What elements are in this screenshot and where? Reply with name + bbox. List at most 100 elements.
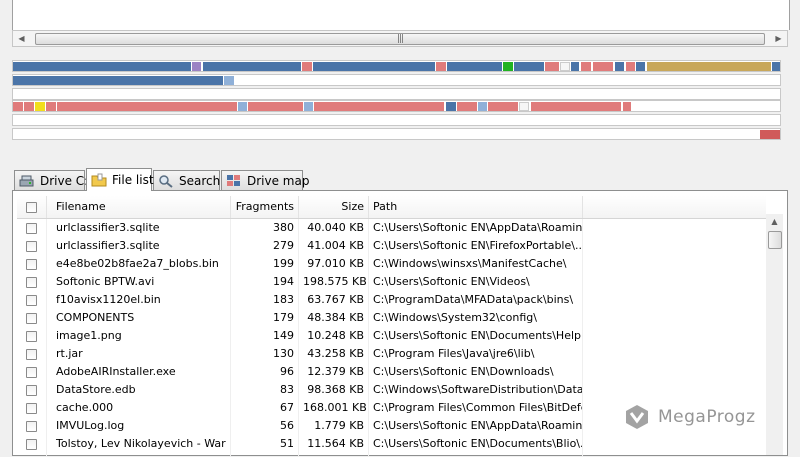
cell-size: 41.004 KB [299,237,369,255]
row-checkbox[interactable] [26,277,37,288]
cell-path: C:\Program Files\Common Files\BitDefe... [369,399,583,417]
table-row[interactable]: Tolstoy, Lev Nikolayevich - War ...5111.… [17,435,766,453]
map-block-fragmented [248,102,303,111]
table-row[interactable]: e4e8be02b8fae2a7_blobs.bin19997.010 KBC:… [17,255,766,273]
row-checkbox-cell[interactable] [17,417,47,435]
scroll-right-icon[interactable]: ▶ [770,31,787,46]
cell-fragments: 96 [231,363,299,381]
row-checkbox[interactable] [26,295,37,306]
column-header-path[interactable]: Path [369,196,583,218]
grip-icon: ||| [397,34,403,44]
row-checkbox[interactable] [26,439,37,450]
row-checkbox[interactable] [26,331,37,342]
select-all-checkbox[interactable] [26,202,37,213]
cell-size: 40.040 KB [299,219,369,237]
scroll-left-icon[interactable]: ◀ [13,31,30,46]
row-checkbox-cell[interactable] [17,291,47,309]
cell-fragments: 51 [231,435,299,453]
row-checkbox[interactable] [26,241,37,252]
drive-icon [19,174,35,188]
table-row[interactable]: COMPONENTS17948.384 KBC:\Windows\System3… [17,309,766,327]
row-checkbox-cell[interactable] [17,273,47,291]
tab-search[interactable]: Search [153,170,220,190]
table-row[interactable]: f10avisx1120el.bin18363.767 KBC:\Program… [17,291,766,309]
cell-path: C:\Windows\winsxs\ManifestCache\ [369,255,583,273]
column-header-filename[interactable]: Filename [47,196,231,218]
vertical-scrollbar[interactable]: ▲ [766,214,783,455]
row-checkbox[interactable] [26,313,37,324]
row-checkbox-cell[interactable] [17,453,47,457]
row-checkbox[interactable] [26,349,37,360]
map-block-light-blue [478,102,487,111]
cell-filename: f10avisx1120el.bin [47,291,231,309]
row-checkbox-cell[interactable] [17,327,47,345]
row-checkbox-cell[interactable] [17,363,47,381]
row-checkbox[interactable] [26,367,37,378]
watermark: MegaProgz [624,404,756,430]
table-row[interactable]: urlclassifier3.sqlite27941.004 KBC:\User… [17,237,766,255]
cell-fragments: 56 [231,417,299,435]
cell-filename: COMPONENTS [47,309,231,327]
map-block-contiguous [313,62,435,71]
cell-empty [583,435,766,453]
map-row [12,128,781,140]
vertical-scrollbar-thumb[interactable] [768,231,782,249]
cell-path: C:\ProgramData\MFAData\pack\bins\ [369,291,583,309]
table-row[interactable]: rt.jar13043.258 KBC:\Program Files\Java\… [17,345,766,363]
scrollbar-thumb[interactable]: ||| [35,33,765,45]
row-checkbox[interactable] [26,259,37,270]
row-checkbox-cell[interactable] [17,237,47,255]
row-checkbox-cell[interactable] [17,219,47,237]
horizontal-scrollbar[interactable]: ◀ ||| ▶ [12,30,788,47]
cell-fragments: 199 [231,255,299,273]
table-row[interactable]: urlclassifier3.sqlite38040.040 KBC:\User… [17,219,766,237]
cell-empty [583,309,766,327]
search-icon [158,174,174,188]
cell-empty [583,273,766,291]
cell-size: 168.001 KB [299,399,369,417]
map-block-fragmented [593,62,613,71]
cell-size: 43.258 KB [299,345,369,363]
cell-path: C:\Users\Softonic EN\FirefoxPortable\... [369,237,583,255]
row-checkbox[interactable] [26,403,37,414]
table-row[interactable]: DesktopReminderSetup.res513.288 KBC:\Pro… [17,453,766,457]
row-checkbox-cell[interactable] [17,255,47,273]
row-checkbox-cell[interactable] [17,309,47,327]
row-checkbox-cell[interactable] [17,345,47,363]
map-block-contiguous [13,62,191,71]
cell-empty [583,237,766,255]
table-row[interactable]: DataStore.edb8398.368 KBC:\Windows\Softw… [17,381,766,399]
map-block-fragmented [314,102,444,111]
row-checkbox-cell[interactable] [17,435,47,453]
cell-filename: e4e8be02b8fae2a7_blobs.bin [47,255,231,273]
row-checkbox[interactable] [26,223,37,234]
cell-fragments: 179 [231,309,299,327]
table-row[interactable]: AdobeAIRInstaller.exe9612.379 KBC:\Users… [17,363,766,381]
tab-drive-c[interactable]: Drive C: [14,170,85,190]
tab-file-list[interactable]: File list [86,168,152,191]
cell-fragments: 380 [231,219,299,237]
tab-label: Search [179,174,220,188]
row-checkbox-cell[interactable] [17,399,47,417]
row-checkbox-cell[interactable] [17,381,47,399]
map-block-fragmented-dark [760,130,780,139]
map-block-highlight [35,102,45,111]
cell-size: 63.767 KB [299,291,369,309]
tab-drive-map[interactable]: Drive map [221,170,303,190]
cell-size: 198.575 KB [299,273,369,291]
scroll-up-icon[interactable]: ▲ [766,214,783,230]
tab-label: Drive C: [40,174,88,188]
cell-path: C:\Users\Softonic EN\AppData\Roamin... [369,219,583,237]
cell-filename: Tolstoy, Lev Nikolayevich - War ... [47,435,231,453]
select-all-checkbox-cell[interactable] [17,196,47,218]
table-row[interactable]: image1.png14910.248 KBC:\Users\Softonic … [17,327,766,345]
column-header-fragments[interactable]: Fragments [231,196,299,218]
column-header-size[interactable]: Size [299,196,369,218]
row-checkbox[interactable] [26,385,37,396]
row-checkbox[interactable] [26,421,37,432]
cell-filename: cache.000 [47,399,231,417]
table-row[interactable]: Softonic BPTW.avi194198.575 KBC:\Users\S… [17,273,766,291]
map-block-contiguous [636,62,645,71]
cell-size: 3.288 KB [299,453,369,457]
tab-label: File list [112,173,154,187]
